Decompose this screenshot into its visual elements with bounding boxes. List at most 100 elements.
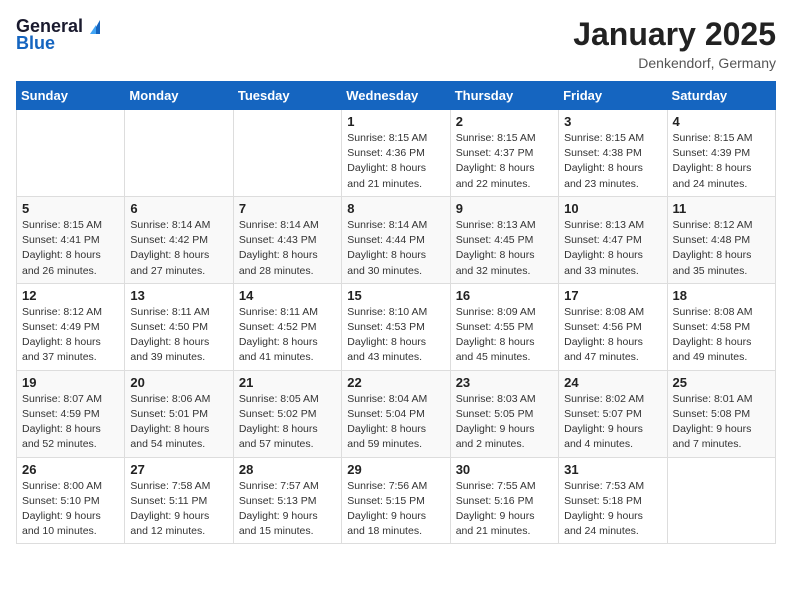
calendar-cell: 21 Sunrise: 8:05 AM Sunset: 5:02 PM Dayli…: [233, 370, 341, 457]
day-number: 19: [22, 375, 119, 390]
day-number: 12: [22, 288, 119, 303]
column-header-saturday: Saturday: [667, 82, 775, 110]
calendar-cell: 11 Sunrise: 8:12 AM Sunset: 4:48 PM Dayli…: [667, 196, 775, 283]
day-number: 27: [130, 462, 227, 477]
calendar-cell: 13Sunrise: 8:11 AM Sunset: 4:50 PM Dayli…: [125, 283, 233, 370]
day-info: Sunrise: 8:13 AM Sunset: 4:45 PM Dayligh…: [456, 218, 553, 279]
day-info: Sunrise: 8:02 AM Sunset: 5:07 PM Dayligh…: [564, 392, 661, 453]
day-number: 28: [239, 462, 336, 477]
day-info: Sunrise: 8:09 AM Sunset: 4:55 PM Dayligh…: [456, 305, 553, 366]
day-number: 5: [22, 201, 119, 216]
column-header-wednesday: Wednesday: [342, 82, 450, 110]
calendar-cell: 25 Sunrise: 8:01 AM Sunset: 5:08 PM Dayli…: [667, 370, 775, 457]
column-header-friday: Friday: [559, 82, 667, 110]
day-info: Sunrise: 7:57 AM Sunset: 5:13 PM Dayligh…: [239, 479, 336, 540]
day-info: Sunrise: 8:04 AM Sunset: 5:04 PM Dayligh…: [347, 392, 444, 453]
calendar-cell: 4Sunrise: 8:15 AM Sunset: 4:39 PM Daylig…: [667, 110, 775, 197]
day-info: Sunrise: 8:15 AM Sunset: 4:36 PM Dayligh…: [347, 131, 444, 192]
calendar-cell: 1 Sunrise: 8:15 AM Sunset: 4:36 PM Daylig…: [342, 110, 450, 197]
day-number: 22: [347, 375, 444, 390]
day-number: 6: [130, 201, 227, 216]
day-info: Sunrise: 8:15 AM Sunset: 4:41 PM Dayligh…: [22, 218, 119, 279]
day-info: Sunrise: 8:15 AM Sunset: 4:37 PM Dayligh…: [456, 131, 553, 192]
month-year-title: January 2025: [573, 16, 776, 53]
calendar-cell: 6 Sunrise: 8:14 AM Sunset: 4:42 PM Daylig…: [125, 196, 233, 283]
day-info: Sunrise: 7:58 AM Sunset: 5:11 PM Dayligh…: [130, 479, 227, 540]
calendar-cell: 7Sunrise: 8:14 AM Sunset: 4:43 PM Daylig…: [233, 196, 341, 283]
calendar-cell: 12Sunrise: 8:12 AM Sunset: 4:49 PM Dayli…: [17, 283, 125, 370]
calendar-cell: 30Sunrise: 7:55 AM Sunset: 5:16 PM Dayli…: [450, 457, 558, 544]
day-number: 31: [564, 462, 661, 477]
calendar-cell: 5 Sunrise: 8:15 AM Sunset: 4:41 PM Daylig…: [17, 196, 125, 283]
day-number: 13: [130, 288, 227, 303]
day-info: Sunrise: 8:11 AM Sunset: 4:52 PM Dayligh…: [239, 305, 336, 366]
calendar-cell: 24 Sunrise: 8:02 AM Sunset: 5:07 PM Dayli…: [559, 370, 667, 457]
day-info: Sunrise: 8:10 AM Sunset: 4:53 PM Dayligh…: [347, 305, 444, 366]
day-info: Sunrise: 8:15 AM Sunset: 4:38 PM Dayligh…: [564, 131, 661, 192]
day-number: 10: [564, 201, 661, 216]
logo-blue-text: Blue: [16, 33, 55, 54]
title-section: January 2025 Denkendorf, Germany: [573, 16, 776, 71]
calendar-cell: 19Sunrise: 8:07 AM Sunset: 4:59 PM Dayli…: [17, 370, 125, 457]
day-info: Sunrise: 8:15 AM Sunset: 4:39 PM Dayligh…: [673, 131, 770, 192]
day-number: 1: [347, 114, 444, 129]
logo: General Blue: [16, 16, 100, 54]
calendar-header-row: SundayMondayTuesdayWednesdayThursdayFrid…: [17, 82, 776, 110]
day-number: 17: [564, 288, 661, 303]
day-number: 21: [239, 375, 336, 390]
day-number: 30: [456, 462, 553, 477]
calendar-cell: 3 Sunrise: 8:15 AM Sunset: 4:38 PM Daylig…: [559, 110, 667, 197]
calendar-cell: 26 Sunrise: 8:00 AM Sunset: 5:10 PM Dayli…: [17, 457, 125, 544]
day-info: Sunrise: 8:08 AM Sunset: 4:58 PM Dayligh…: [673, 305, 770, 366]
location-subtitle: Denkendorf, Germany: [573, 55, 776, 71]
logo-icon: [84, 20, 100, 34]
day-number: 29: [347, 462, 444, 477]
calendar-week-row: 19Sunrise: 8:07 AM Sunset: 4:59 PM Dayli…: [17, 370, 776, 457]
day-number: 15: [347, 288, 444, 303]
day-number: 23: [456, 375, 553, 390]
calendar-cell: 8Sunrise: 8:14 AM Sunset: 4:44 PM Daylig…: [342, 196, 450, 283]
calendar-cell: 29 Sunrise: 7:56 AM Sunset: 5:15 PM Dayli…: [342, 457, 450, 544]
calendar-cell: [233, 110, 341, 197]
calendar-table: SundayMondayTuesdayWednesdayThursdayFrid…: [16, 81, 776, 544]
calendar-cell: 2Sunrise: 8:15 AM Sunset: 4:37 PM Daylig…: [450, 110, 558, 197]
day-number: 25: [673, 375, 770, 390]
column-header-tuesday: Tuesday: [233, 82, 341, 110]
calendar-cell: [667, 457, 775, 544]
calendar-cell: [17, 110, 125, 197]
day-number: 16: [456, 288, 553, 303]
day-info: Sunrise: 8:06 AM Sunset: 5:01 PM Dayligh…: [130, 392, 227, 453]
calendar-cell: 20Sunrise: 8:06 AM Sunset: 5:01 PM Dayli…: [125, 370, 233, 457]
calendar-cell: 14 Sunrise: 8:11 AM Sunset: 4:52 PM Dayli…: [233, 283, 341, 370]
day-info: Sunrise: 8:00 AM Sunset: 5:10 PM Dayligh…: [22, 479, 119, 540]
day-number: 26: [22, 462, 119, 477]
calendar-cell: 22 Sunrise: 8:04 AM Sunset: 5:04 PM Dayli…: [342, 370, 450, 457]
day-number: 9: [456, 201, 553, 216]
calendar-week-row: 26 Sunrise: 8:00 AM Sunset: 5:10 PM Dayli…: [17, 457, 776, 544]
day-number: 24: [564, 375, 661, 390]
day-number: 3: [564, 114, 661, 129]
calendar-cell: 18Sunrise: 8:08 AM Sunset: 4:58 PM Dayli…: [667, 283, 775, 370]
day-info: Sunrise: 8:14 AM Sunset: 4:44 PM Dayligh…: [347, 218, 444, 279]
calendar-cell: 17 Sunrise: 8:08 AM Sunset: 4:56 PM Dayli…: [559, 283, 667, 370]
day-info: Sunrise: 7:53 AM Sunset: 5:18 PM Dayligh…: [564, 479, 661, 540]
calendar-week-row: 12Sunrise: 8:12 AM Sunset: 4:49 PM Dayli…: [17, 283, 776, 370]
day-info: Sunrise: 8:14 AM Sunset: 4:42 PM Dayligh…: [130, 218, 227, 279]
day-info: Sunrise: 8:13 AM Sunset: 4:47 PM Dayligh…: [564, 218, 661, 279]
day-number: 14: [239, 288, 336, 303]
day-info: Sunrise: 8:12 AM Sunset: 4:48 PM Dayligh…: [673, 218, 770, 279]
column-header-sunday: Sunday: [17, 82, 125, 110]
day-info: Sunrise: 8:01 AM Sunset: 5:08 PM Dayligh…: [673, 392, 770, 453]
day-info: Sunrise: 8:08 AM Sunset: 4:56 PM Dayligh…: [564, 305, 661, 366]
day-info: Sunrise: 7:56 AM Sunset: 5:15 PM Dayligh…: [347, 479, 444, 540]
day-info: Sunrise: 8:05 AM Sunset: 5:02 PM Dayligh…: [239, 392, 336, 453]
day-info: Sunrise: 8:03 AM Sunset: 5:05 PM Dayligh…: [456, 392, 553, 453]
calendar-week-row: 5 Sunrise: 8:15 AM Sunset: 4:41 PM Daylig…: [17, 196, 776, 283]
column-header-thursday: Thursday: [450, 82, 558, 110]
calendar-cell: [125, 110, 233, 197]
calendar-cell: 27 Sunrise: 7:58 AM Sunset: 5:11 PM Dayli…: [125, 457, 233, 544]
day-number: 11: [673, 201, 770, 216]
day-info: Sunrise: 8:14 AM Sunset: 4:43 PM Dayligh…: [239, 218, 336, 279]
calendar-cell: 23 Sunrise: 8:03 AM Sunset: 5:05 PM Dayli…: [450, 370, 558, 457]
calendar-week-row: 1 Sunrise: 8:15 AM Sunset: 4:36 PM Daylig…: [17, 110, 776, 197]
